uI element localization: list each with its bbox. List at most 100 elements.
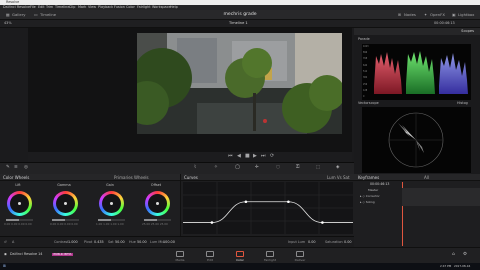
offset-wheel-handle[interactable] [156, 202, 159, 205]
gain-wheel-handle[interactable] [110, 202, 113, 205]
menu-item-playback[interactable]: Playback [98, 5, 113, 9]
offset-master-slider[interactable] [144, 219, 171, 221]
menu-item-fairlight[interactable]: Fairlight [137, 5, 151, 9]
menu-item-color[interactable]: Color [126, 5, 135, 9]
key-icon[interactable]: ⚿ [296, 165, 299, 171]
hue-value[interactable]: 50.00 [137, 240, 147, 244]
stop-icon[interactable]: ■ [245, 154, 250, 159]
timeline-name[interactable]: Timeline 1 [229, 21, 248, 26]
page-tab-fairlight-label: Fairlight [263, 257, 276, 262]
menu-item-edit[interactable]: Edit [38, 5, 45, 9]
keyframe-row-corrector[interactable]: ▸ ◇ Corrector [360, 195, 380, 198]
viewer-frame[interactable] [137, 33, 342, 134]
keyframe-track[interactable] [402, 188, 480, 206]
page-tab-media[interactable]: Media [165, 249, 195, 263]
color-wheels-title: Color Wheels [3, 174, 30, 180]
menu-item-fusion[interactable]: Fusion [114, 5, 125, 9]
saturation-value[interactable]: 0.00 [344, 240, 352, 244]
curves-header: Curves Lum Vs Sat [181, 174, 354, 181]
reset-icon[interactable]: ↺ [4, 240, 7, 244]
parade-tick: 896 [363, 51, 368, 54]
gain-master-slider[interactable] [98, 219, 125, 221]
gain-value-r: 1.00 [103, 222, 110, 226]
contrast-value[interactable]: 1.000 [68, 240, 78, 244]
curve-control-point[interactable] [244, 200, 248, 204]
page-tab-fairlight[interactable]: Fairlight [255, 249, 285, 263]
gamma-wheel-handle[interactable] [64, 202, 67, 205]
menu-item-workspace[interactable]: Workspace [152, 5, 171, 9]
nodes-button[interactable]: Nodes [404, 12, 416, 17]
auto-balance-icon[interactable]: A [12, 240, 14, 244]
lum-vs-sat-curve[interactable] [183, 182, 353, 234]
gamma-value-y: 0.00 [50, 222, 57, 226]
page-tab-deliver[interactable]: Deliver [285, 249, 315, 263]
wheels-mode[interactable]: Primaries Wheels [114, 175, 149, 180]
offset-values: 25.00 25.00 25.00 [142, 223, 168, 226]
curve-control-point[interactable] [210, 221, 214, 224]
page-tab-color[interactable]: Color [225, 249, 255, 264]
keyframe-row-master[interactable]: Master [368, 189, 378, 192]
settings-icon[interactable]: ⚙ [463, 252, 467, 258]
lift-wheel-handle[interactable] [18, 202, 21, 205]
openfx-icon: ✦ [424, 11, 428, 17]
lightbox-button[interactable]: Lightbox [458, 12, 474, 17]
blur-icon[interactable]: ◌ [276, 165, 280, 171]
histogram-label[interactable]: Histog [457, 101, 468, 105]
gamma-master-slider[interactable] [52, 219, 79, 221]
menu-item-view[interactable]: View [88, 5, 96, 9]
menu-item-clip[interactable]: Clip [69, 5, 75, 9]
motion-icon[interactable]: ◎ [24, 165, 28, 171]
menu-item-resolve[interactable]: DaVinci Resolve [3, 5, 30, 9]
loop-icon[interactable]: ⟳ [270, 154, 274, 159]
lift-master-slider[interactable] [6, 219, 33, 221]
lum-mix-value[interactable]: 100.00 [163, 240, 175, 244]
menu-item-mark[interactable]: Mark [78, 5, 86, 9]
vectorscope-label[interactable]: Vectorscope [358, 101, 379, 105]
play-icon[interactable]: ▶ [253, 154, 257, 159]
keyframes-panel: Keyframes All 00:00:46:13 Master ▸ ◇ Cor… [354, 174, 480, 247]
color-picker-icon[interactable]: ✎ [6, 165, 10, 171]
window-icon[interactable]: ◯ [235, 165, 240, 171]
sat-label: Sat [108, 239, 114, 244]
vectorscope [362, 107, 471, 173]
tracker-icon[interactable]: ✛ [255, 165, 259, 171]
vectorscope-graph [388, 112, 444, 168]
mixer-icon[interactable]: ≡ [14, 165, 18, 171]
contrast-label: Contrast [54, 239, 69, 244]
os-taskbar: ⊞ 2:47 PM 2017-08-16 [0, 263, 480, 270]
menu-item-file[interactable]: File [30, 5, 36, 9]
skip-forward-icon[interactable]: ⏭ [261, 154, 266, 159]
qualifier-icon[interactable]: ✧ [214, 165, 218, 171]
page-tab-edit[interactable]: Edit [195, 249, 225, 263]
sizing-icon[interactable]: ⬚ [316, 165, 320, 171]
hue-label: Hue [129, 239, 136, 244]
lightbox-icon: ▣ [452, 11, 456, 17]
start-icon[interactable]: ⊞ [3, 264, 6, 269]
parade-tick: 0 [363, 95, 365, 98]
menu-item-trim[interactable]: Trim [46, 5, 53, 9]
wheel-label-lift: Lift [15, 183, 21, 187]
wheel-label-gain: Gain [106, 183, 114, 187]
keyframe-row-sizing[interactable]: ▸ ◇ Sizing [360, 201, 375, 204]
curve-control-point[interactable] [321, 221, 324, 224]
menu-item-timeline[interactable]: Timeline [55, 5, 69, 9]
play-reverse-icon[interactable]: ◀ [237, 154, 241, 159]
lift-values: 0.00 0.00 0.00 0.00 [4, 223, 32, 226]
keyframes-filter[interactable]: All [424, 175, 429, 180]
davinci-logo-icon: ◉ [4, 252, 7, 256]
parade-label[interactable]: Parade [358, 37, 370, 41]
home-icon[interactable]: ⌂ [452, 252, 455, 258]
skip-back-icon[interactable]: ⏮ [228, 154, 233, 159]
curves-icon[interactable]: ⌇ [194, 165, 196, 171]
menu-item-help[interactable]: Help [170, 5, 178, 9]
pivot-value[interactable]: 0.435 [94, 240, 104, 244]
sat-value[interactable]: 50.00 [115, 240, 125, 244]
input-lum-value[interactable]: 0.00 [308, 240, 316, 244]
lift-value-r: 0.00 [11, 222, 18, 226]
3d-icon[interactable]: ◈ [336, 165, 339, 171]
lift-value-y: 0.00 [4, 222, 11, 226]
zoom-level[interactable]: 43% [4, 21, 12, 25]
openfx-button[interactable]: OpenFX [430, 12, 445, 17]
curve-control-point[interactable] [287, 200, 290, 204]
curves-mode[interactable]: Lum Vs Sat [327, 175, 350, 180]
